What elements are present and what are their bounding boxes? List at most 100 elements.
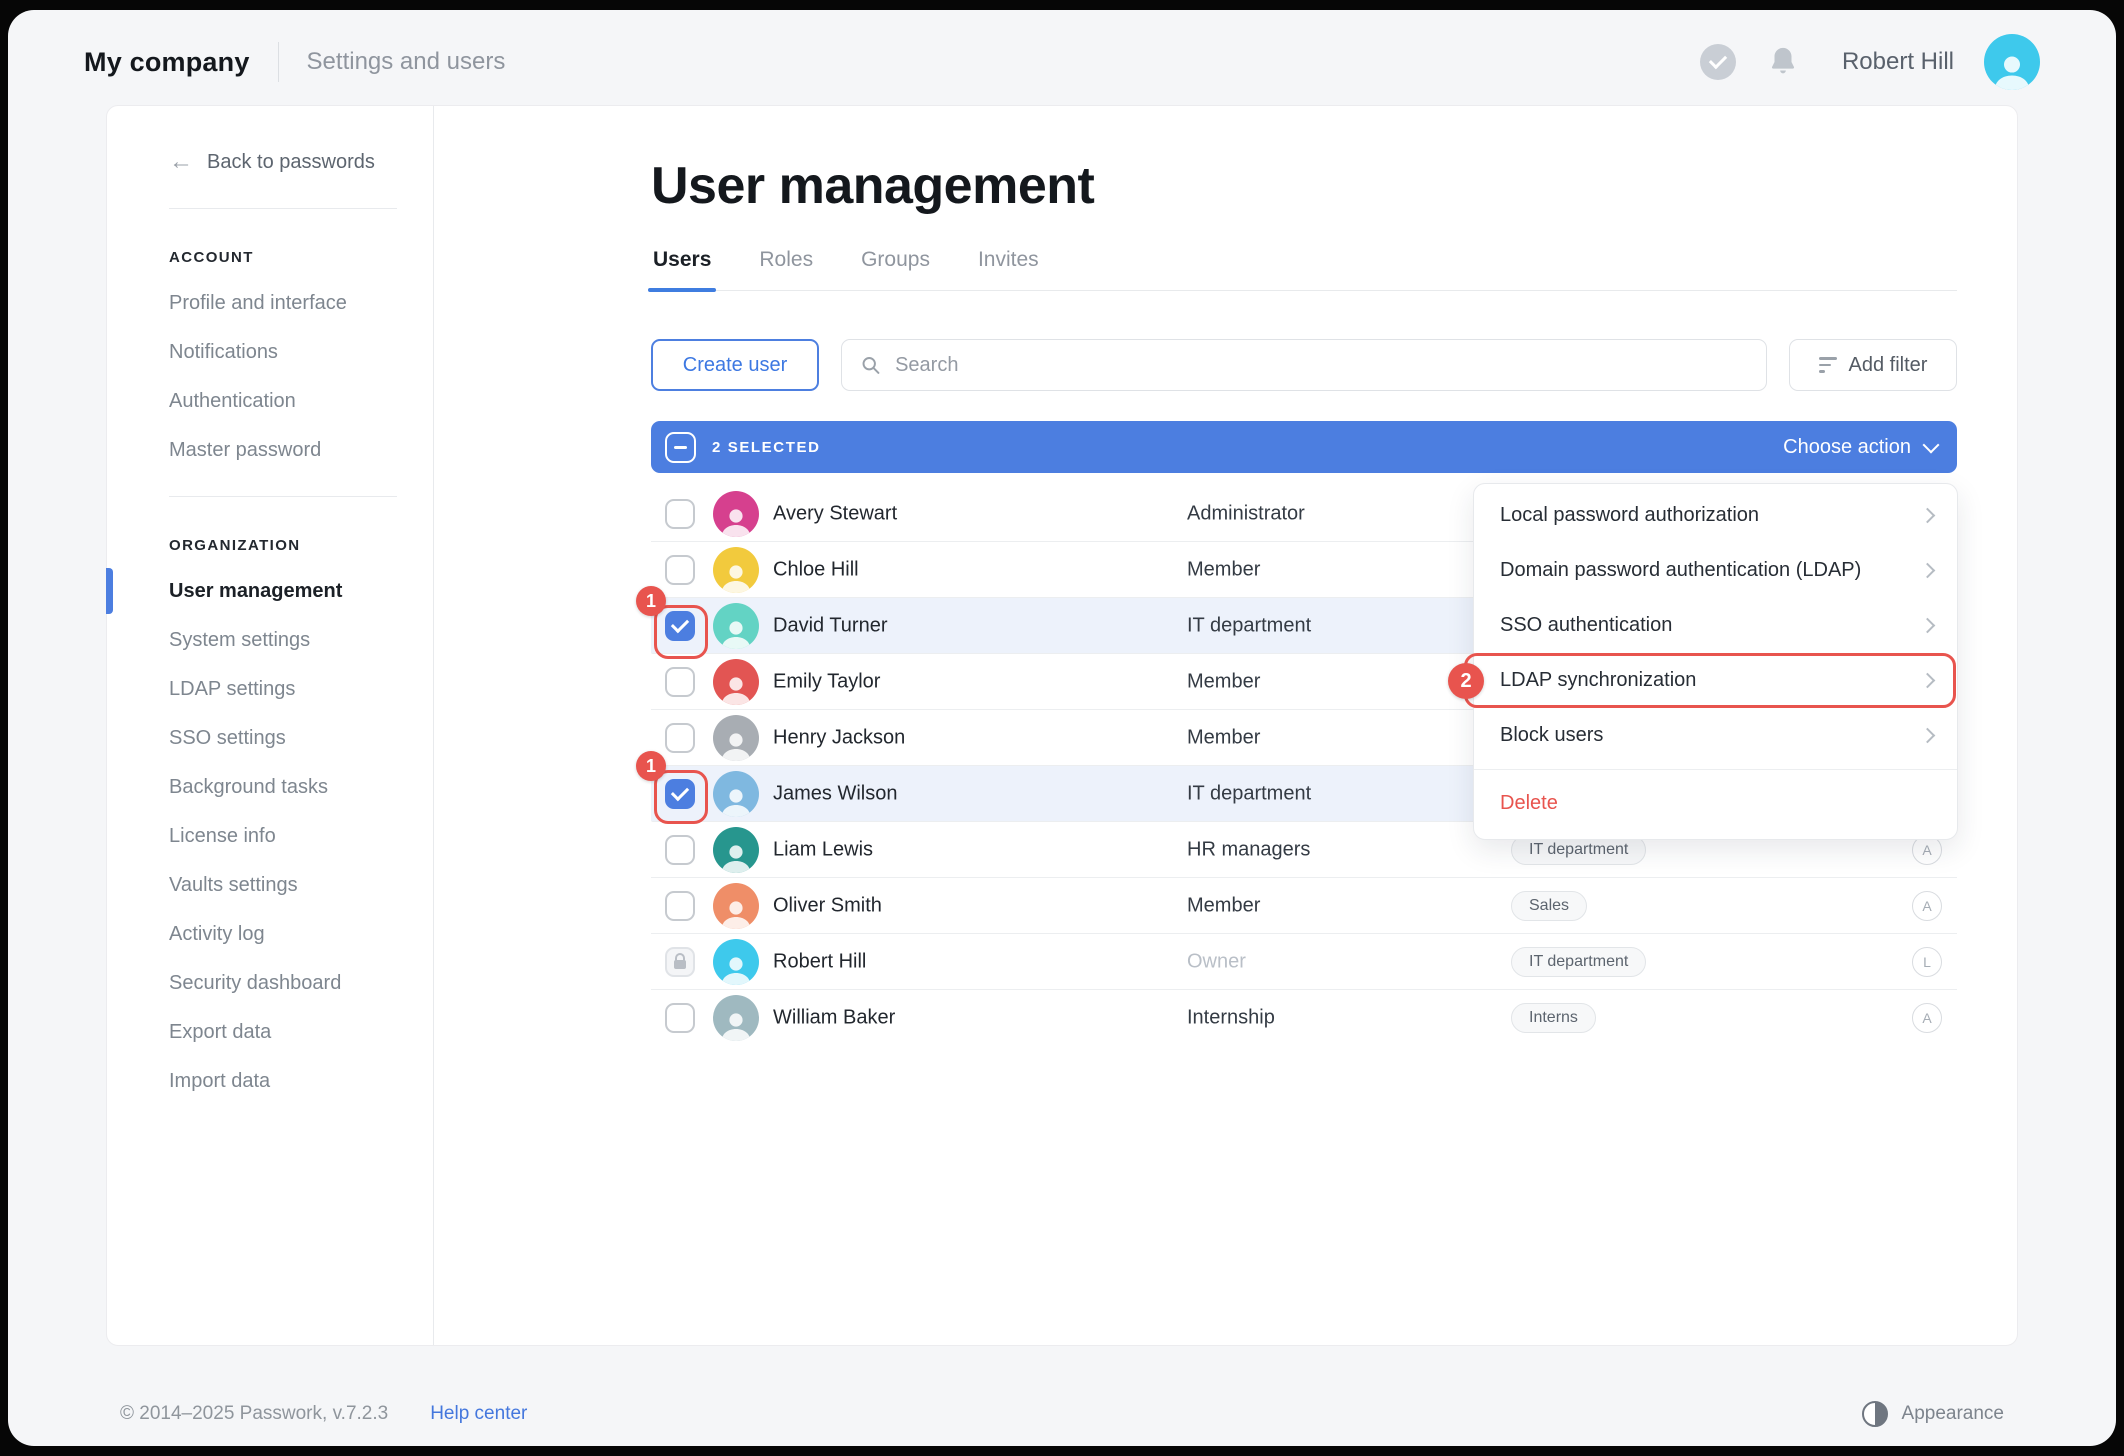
chevron-right-icon: [1920, 618, 1936, 634]
appearance-label: Appearance: [1902, 1403, 2004, 1425]
sidebar-item-background-tasks[interactable]: Background tasks: [169, 775, 433, 799]
current-user-name[interactable]: Robert Hill: [1842, 48, 1954, 76]
user-name[interactable]: Liam Lewis: [773, 838, 873, 861]
user-name[interactable]: Emily Taylor: [773, 670, 880, 693]
tab-roles[interactable]: Roles: [757, 248, 815, 290]
row-checkbox[interactable]: [665, 555, 695, 585]
user-name[interactable]: James Wilson: [773, 782, 897, 805]
top-bar: My company Settings and users Robert Hil…: [8, 10, 2116, 114]
topbar-divider: [278, 42, 279, 82]
user-name[interactable]: Robert Hill: [773, 950, 866, 973]
auth-type-badge: A: [1912, 891, 1942, 921]
sidebar-section-organization: ORGANIZATION: [169, 537, 433, 554]
back-to-passwords-link[interactable]: ← Back to passwords: [169, 150, 433, 174]
menu-item-delete[interactable]: Delete: [1474, 776, 1957, 831]
tab-users[interactable]: Users: [651, 248, 713, 290]
row-checkbox[interactable]: [665, 835, 695, 865]
user-role: HR managers: [1187, 838, 1310, 861]
annotation-ring-james-checkbox: [654, 770, 708, 824]
chevron-right-icon: [1920, 728, 1936, 744]
row-checkbox[interactable]: [665, 499, 695, 529]
menu-item-sso-authentication[interactable]: SSO authentication: [1474, 598, 1957, 653]
choose-action-label: Choose action: [1783, 436, 1911, 459]
locked-row-icon: [665, 947, 695, 977]
add-filter-button[interactable]: Add filter: [1789, 339, 1957, 391]
user-name[interactable]: Avery Stewart: [773, 502, 897, 525]
sidebar-item-export-data[interactable]: Export data: [169, 1020, 433, 1044]
user-role: Member: [1187, 558, 1260, 581]
avatar: [713, 995, 759, 1041]
topbar-section-label: Settings and users: [307, 48, 506, 76]
user-name[interactable]: Chloe Hill: [773, 558, 859, 581]
appearance-toggle[interactable]: Appearance: [1862, 1401, 2004, 1427]
user-name[interactable]: David Turner: [773, 614, 888, 637]
sidebar-item-license-info[interactable]: License info: [169, 824, 433, 848]
sidebar-item-ldap-settings[interactable]: LDAP settings: [169, 677, 433, 701]
user-role: IT department: [1187, 782, 1311, 805]
user-name[interactable]: Henry Jackson: [773, 726, 905, 749]
sidebar-item-notifications[interactable]: Notifications: [169, 340, 433, 364]
menu-divider: [1474, 769, 1957, 770]
menu-item-local-password-authorization[interactable]: Local password authorization: [1474, 488, 1957, 543]
sidebar-divider: [169, 496, 397, 497]
search-input[interactable]: [893, 353, 1748, 378]
tab-groups[interactable]: Groups: [859, 248, 932, 290]
auth-type-badge: A: [1912, 1003, 1942, 1033]
notifications-bell-icon[interactable]: [1766, 45, 1800, 79]
select-all-checkbox[interactable]: [665, 432, 696, 463]
row-checkbox[interactable]: [665, 891, 695, 921]
sidebar-divider: [169, 208, 397, 209]
search-box[interactable]: [841, 339, 1767, 391]
help-center-link[interactable]: Help center: [430, 1403, 527, 1425]
auth-type-badge: L: [1912, 947, 1942, 977]
sidebar-item-system-settings[interactable]: System settings: [169, 628, 433, 652]
tab-bar: Users Roles Groups Invites: [651, 248, 1957, 291]
annotation-step-1-badge: 1: [636, 751, 666, 781]
annotation-step-2-badge: 2: [1448, 663, 1484, 699]
group-tag: IT department: [1511, 947, 1646, 977]
table-row[interactable]: William Baker Internship Interns A: [651, 990, 1957, 1045]
user-role: Administrator: [1187, 502, 1305, 525]
row-checkbox[interactable]: [665, 1003, 695, 1033]
filter-icon: [1819, 357, 1837, 373]
sidebar-item-user-management[interactable]: User management: [169, 579, 433, 603]
avatar: [713, 491, 759, 537]
user-name[interactable]: William Baker: [773, 1006, 895, 1029]
group-tag: Sales: [1511, 891, 1587, 921]
annotation-box-ldap-synchronization: [1464, 653, 1956, 708]
sidebar-item-activity-log[interactable]: Activity log: [169, 922, 433, 946]
settings-sidebar: ← Back to passwords ACCOUNT Profile and …: [107, 106, 434, 1345]
tasks-check-icon[interactable]: [1700, 44, 1736, 80]
tab-invites[interactable]: Invites: [976, 248, 1041, 290]
user-role: Member: [1187, 894, 1260, 917]
sidebar-item-master-password[interactable]: Master password: [169, 438, 433, 462]
create-user-button[interactable]: Create user: [651, 339, 819, 391]
search-icon: [860, 354, 881, 376]
sidebar-item-security-dashboard[interactable]: Security dashboard: [169, 971, 433, 995]
sidebar-item-profile-and-interface[interactable]: Profile and interface: [169, 291, 433, 315]
avatar: [713, 715, 759, 761]
copyright-text: © 2014–2025 Passwork, v.7.2.3: [120, 1403, 388, 1425]
lock-icon: [674, 960, 686, 969]
choose-action-button[interactable]: Choose action: [1783, 436, 1937, 459]
current-user-avatar[interactable]: [1984, 34, 2040, 90]
appearance-icon: [1862, 1401, 1888, 1427]
row-checkbox[interactable]: [665, 667, 695, 697]
row-checkbox[interactable]: [665, 723, 695, 753]
add-filter-label: Add filter: [1849, 354, 1928, 377]
sidebar-item-authentication[interactable]: Authentication: [169, 389, 433, 413]
toolbar: Create user Add filter: [651, 339, 1957, 391]
menu-item-block-users[interactable]: Block users: [1474, 708, 1957, 763]
table-row[interactable]: Oliver Smith Member Sales A: [651, 878, 1957, 934]
sidebar-item-import-data[interactable]: Import data: [169, 1069, 433, 1093]
avatar: [713, 659, 759, 705]
selection-bar: 2 SELECTED Choose action: [651, 421, 1957, 473]
table-row-owner[interactable]: Robert Hill Owner IT department L: [651, 934, 1957, 990]
company-name: My company: [84, 47, 250, 78]
menu-item-domain-password-authentication-ldap[interactable]: Domain password authentication (LDAP): [1474, 543, 1957, 598]
chevron-right-icon: [1920, 508, 1936, 524]
footer: © 2014–2025 Passwork, v.7.2.3 Help cente…: [120, 1394, 2004, 1434]
user-name[interactable]: Oliver Smith: [773, 894, 882, 917]
sidebar-item-sso-settings[interactable]: SSO settings: [169, 726, 433, 750]
sidebar-item-vaults-settings[interactable]: Vaults settings: [169, 873, 433, 897]
